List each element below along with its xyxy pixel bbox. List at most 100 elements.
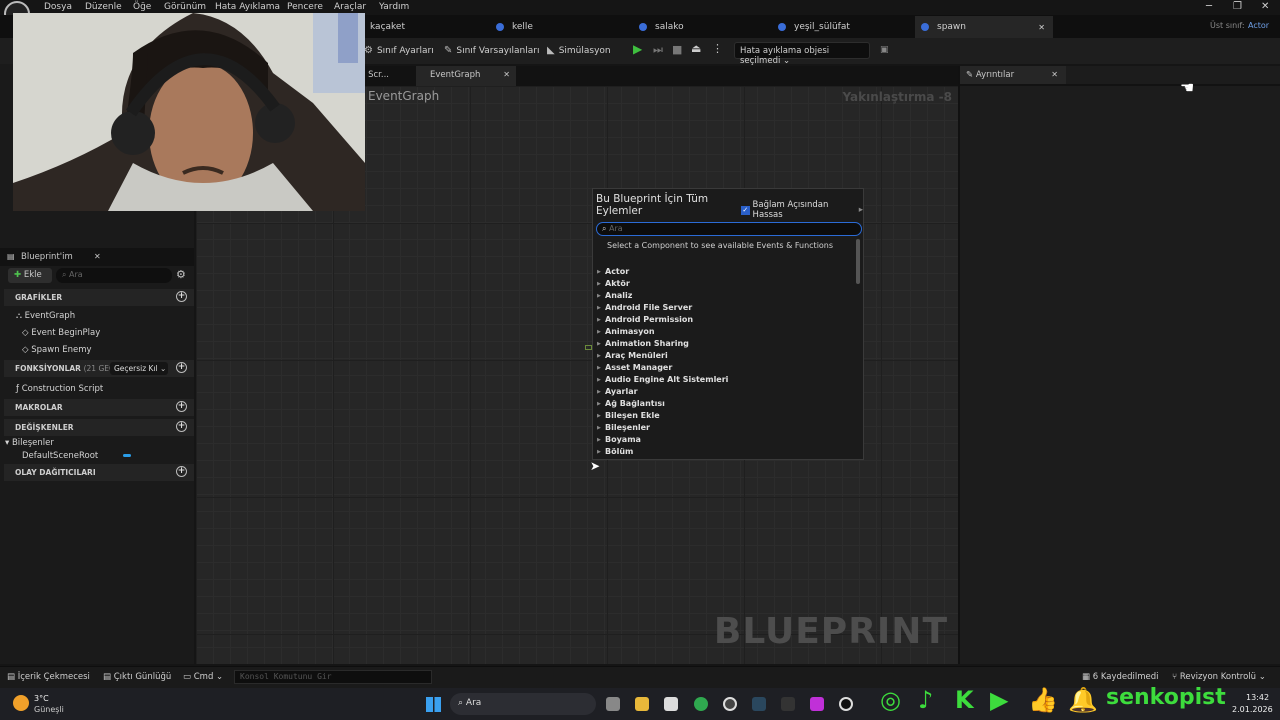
tree-item-default-scene-root[interactable]: DefaultSceneRoot	[22, 451, 98, 461]
action-category-item[interactable]: Audio Engine Alt Sistemleri	[597, 375, 728, 384]
menu-view[interactable]: Görünüm	[164, 2, 206, 12]
taskbar-search[interactable]: ⌕ Ara	[450, 693, 596, 715]
clock-time[interactable]: 13:42	[1246, 693, 1269, 702]
checkbox-icon[interactable]: ✓	[741, 205, 750, 215]
action-category-item[interactable]: Actor	[597, 267, 629, 276]
menu-help[interactable]: Yardım	[379, 2, 409, 12]
tree-item-eventgraph[interactable]: ⛬ EventGraph	[16, 311, 75, 321]
scrollbar-thumb[interactable]	[856, 239, 860, 284]
action-category-item[interactable]: Ağ Bağlantısı	[597, 399, 665, 408]
close-tab-icon[interactable]: ✕	[1038, 23, 1045, 32]
blueprint-search-input[interactable]: ⌕ Ara	[56, 268, 172, 283]
details-tab[interactable]: ✎ Ayrıntılar ✕	[960, 66, 1066, 84]
action-category-item[interactable]: Android File Server	[597, 303, 692, 312]
action-category-item[interactable]: Aktör	[597, 279, 630, 288]
close-icon[interactable]: ✕	[1261, 1, 1269, 12]
add-macro-icon[interactable]: +	[176, 401, 187, 412]
file-explorer-icon[interactable]	[635, 697, 649, 711]
tab-kelle[interactable]: kelle	[494, 16, 634, 38]
console-command-input[interactable]: Konsol Komutunu Gir	[234, 670, 432, 684]
search-icon: ⌕	[602, 224, 607, 233]
search-placeholder: Ara	[609, 224, 623, 233]
steam-icon[interactable]	[752, 697, 766, 711]
settings-gear-icon[interactable]: ⚙	[176, 268, 186, 281]
output-log-button[interactable]: ▤ Çıktı Günlüğü	[103, 672, 171, 682]
action-category-item[interactable]: Asset Manager	[597, 363, 672, 372]
content-drawer-label: İçerik Çekmecesi	[17, 672, 90, 682]
action-category-item[interactable]: Bölüm	[597, 447, 633, 456]
action-search-input[interactable]: ⌕ Ara	[596, 222, 862, 236]
add-variable-icon[interactable]: +	[176, 421, 187, 432]
menu-window[interactable]: Pencere	[287, 2, 323, 12]
parent-class-value[interactable]: Actor	[1248, 21, 1269, 30]
menu-edit[interactable]: Düzenle	[85, 2, 122, 12]
play-icon[interactable]: ▶	[633, 42, 642, 56]
menu-actor[interactable]: Öğe	[133, 2, 151, 12]
components-category[interactable]: ▾ Bileşenler	[5, 438, 54, 448]
close-icon[interactable]: ✕	[1051, 70, 1058, 79]
revision-control-button[interactable]: ⑂ Revizyon Kontrolü ⌄	[1172, 672, 1266, 682]
menu-debug[interactable]: Hata Ayıklama	[215, 2, 280, 12]
action-category-item[interactable]: Animasyon	[597, 327, 654, 336]
close-icon[interactable]: ✕	[94, 252, 101, 261]
tab-spawn[interactable]: spawn ✕	[915, 16, 1053, 38]
eject-icon[interactable]: ⏏	[691, 42, 701, 55]
section-graphs[interactable]: GRAFİKLER +	[4, 289, 194, 306]
tab-label: spawn	[937, 22, 966, 32]
tree-item-event-beginplay[interactable]: ◇ Event BeginPlay	[22, 328, 100, 338]
class-defaults-button[interactable]: ✎ Sınıf Varsayılanları	[444, 45, 539, 56]
minimize-icon[interactable]: ─	[1206, 1, 1212, 12]
tree-item-construction-script[interactable]: ƒ Construction Script	[16, 384, 103, 394]
action-category-item[interactable]: Animation Sharing	[597, 339, 689, 348]
menu-file[interactable]: Dosya	[44, 2, 72, 12]
menu-tools[interactable]: Araçlar	[334, 2, 366, 12]
browse-icon[interactable]: ▣	[880, 45, 889, 55]
action-category-item[interactable]: Analiz	[597, 291, 633, 300]
variable-type-pill	[123, 454, 131, 457]
action-category-item[interactable]: Bileşenler	[597, 423, 650, 432]
clock-date[interactable]: 2.01.2026	[1232, 705, 1273, 714]
step-icon[interactable]: ⏭	[653, 43, 663, 57]
windows-start-icon[interactable]	[426, 697, 441, 712]
close-tab-icon[interactable]: ✕	[503, 70, 510, 79]
epic-games-icon[interactable]	[781, 697, 795, 711]
action-category-item[interactable]: Araç Menüleri	[597, 351, 668, 360]
my-blueprint-tab[interactable]: ▤ Blueprint'im ✕	[0, 248, 194, 266]
content-drawer-button[interactable]: ▤ İçerik Çekmecesi	[7, 672, 90, 682]
chrome-icon[interactable]	[694, 697, 708, 711]
tab-eventgraph[interactable]: EventGraph ✕	[416, 66, 516, 86]
section-variables[interactable]: DEĞİŞKENLER +	[4, 419, 194, 436]
more-options-icon[interactable]: ⋮	[712, 42, 723, 55]
context-sensitive-toggle[interactable]: ✓ Bağlam Açısından Hassas ▸	[741, 200, 863, 220]
unreal-engine-icon[interactable]	[839, 697, 853, 711]
tab-yesil-sulufat[interactable]: yeşil_sülüfat	[776, 16, 916, 38]
cmd-dropdown[interactable]: ▭ Cmd ⌄	[183, 672, 223, 682]
override-dropdown[interactable]: Geçersiz Kıl ⌄	[110, 362, 168, 375]
app-icon[interactable]	[810, 697, 824, 711]
obs-icon[interactable]	[723, 697, 737, 711]
add-dispatcher-icon[interactable]: +	[176, 466, 187, 477]
action-category-item[interactable]: Boyama	[597, 435, 641, 444]
tree-item-spawn-enemy[interactable]: ◇ Spawn Enemy	[22, 345, 92, 355]
action-category-item[interactable]: Bileşen Ekle	[597, 411, 660, 420]
tab-salako[interactable]: salako	[637, 16, 777, 38]
section-event-dispatchers[interactable]: OLAY DAĞITICILARI +	[4, 464, 194, 481]
maximize-icon[interactable]: ❐	[1233, 1, 1242, 12]
add-button[interactable]: ✚ Ekle	[8, 268, 52, 283]
simulation-button[interactable]: ◣ Simülasyon	[547, 45, 611, 56]
log-icon: ▤	[103, 672, 112, 682]
debug-object-select[interactable]: Hata ayıklama objesi seçilmedi ⌄	[734, 42, 870, 66]
store-icon[interactable]	[664, 697, 678, 711]
add-graph-icon[interactable]: +	[176, 291, 187, 302]
weather-icon[interactable]	[13, 695, 29, 711]
tab-kacaket[interactable]: kaçaket	[352, 16, 492, 38]
section-macros[interactable]: MAKROLAR +	[4, 399, 194, 416]
class-settings-button[interactable]: ⚙ Sınıf Ayarları	[364, 45, 434, 56]
stop-icon[interactable]: ■	[672, 43, 682, 56]
action-category-item[interactable]: Ayarlar	[597, 387, 637, 396]
unsaved-button[interactable]: ▦ 6 Kaydedilmedi	[1082, 672, 1159, 682]
action-category-item[interactable]: Android Permission	[597, 315, 693, 324]
task-view-icon[interactable]	[606, 697, 620, 711]
streamer-name: senkopist	[1106, 685, 1226, 710]
add-function-icon[interactable]: +	[176, 362, 187, 373]
